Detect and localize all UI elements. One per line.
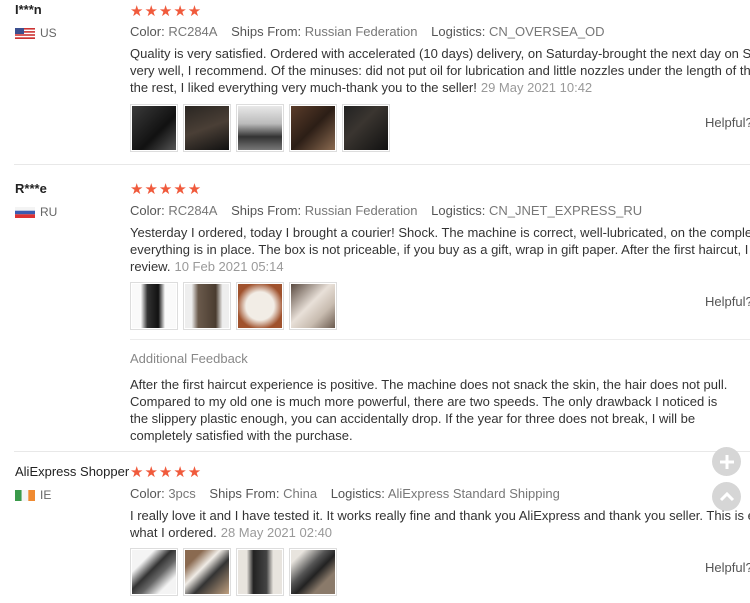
helpful-button[interactable]: Helpful? [705,294,750,309]
additional-feedback-text: After the first haircut experience is po… [130,377,728,443]
color-value: 3pcs [168,486,196,501]
additional-feedback-title: Additional Feedback [130,351,248,366]
review-text-line: Quality is very satisfied. Ordered with … [130,46,750,61]
review-meta: Color: RC284A Ships From: Russian Federa… [130,203,652,218]
review-text-line: Yesterday I ordered, today I brought a c… [130,225,750,240]
add-button[interactable] [712,447,741,476]
chevron-up-icon [719,491,734,501]
country-code: US [40,26,57,40]
review-photo[interactable] [183,282,231,330]
reviewer-name: R***e [15,181,47,196]
logistics-label: Logistics: [330,486,385,501]
review-meta: Color: 3pcs Ships From: China Logistics:… [130,486,570,501]
us-flag-icon [15,27,35,39]
ships-value: China [283,486,318,501]
ships-label: Ships From: [231,24,302,39]
color-label: Color: [130,486,165,501]
logistics-label: Logistics: [431,24,486,39]
review-text-line: very well, I recommend. Of the minuses: … [130,63,750,78]
ships-value: Russian Federation [304,203,418,218]
review-text-line: review. [130,259,171,274]
color-value: RC284A [168,203,218,218]
reviewer-country: IE [15,488,51,502]
review-photo[interactable] [236,282,284,330]
country-code: RU [40,205,58,219]
review-photo[interactable] [183,548,231,596]
review-photo[interactable] [289,282,337,330]
star-rating: ★★★★★ [130,3,203,20]
review-text-line: what I ordered. [130,525,217,540]
helpful-button[interactable]: Helpful? [705,115,750,130]
review-photos [130,104,390,152]
star-rating: ★★★★★ [130,464,203,481]
review-date: 29 May 2021 10:42 [480,80,593,95]
color-label: Color: [130,203,165,218]
ships-label: Ships From: [231,203,302,218]
review-photo[interactable] [236,548,284,596]
review-text: Yesterday I ordered, today I brought a c… [130,224,750,275]
feedback-divider [130,339,750,340]
review-divider [14,451,750,452]
logistics-value: AliExpress Standard Shipping [387,486,560,501]
review-photo[interactable] [130,282,178,330]
review-photo[interactable] [236,104,284,152]
logistics-label: Logistics: [431,203,486,218]
review-date: 28 May 2021 02:40 [220,525,333,540]
review-photo[interactable] [289,104,337,152]
ships-value: Russian Federation [304,24,418,39]
helpful-button[interactable]: Helpful? [705,560,750,575]
review-photos [130,548,337,596]
review-photo[interactable] [342,104,390,152]
review-photos [130,282,337,330]
reviewer-name: I***n [15,2,42,17]
review-photo[interactable] [130,104,178,152]
logistics-value: CN_OVERSEA_OD [488,24,605,39]
review-text-line: the rest, I liked everything very much-t… [130,80,477,95]
review-photo[interactable] [289,548,337,596]
scroll-top-button[interactable] [712,482,741,511]
review-date: 10 Feb 2021 05:14 [174,259,284,274]
country-code: IE [40,488,52,502]
plus-icon [719,454,734,469]
ships-label: Ships From: [209,486,280,501]
review-text-line: I really love it and I have tested it. I… [130,508,750,523]
star-rating: ★★★★★ [130,181,203,198]
review-text: Quality is very satisfied. Ordered with … [130,45,750,96]
review-text-line: everything is in place. The box is not p… [130,242,750,257]
color-value: RC284A [168,24,218,39]
review-divider [14,164,750,165]
ie-flag-icon [15,489,35,501]
review-text: I really love it and I have tested it. I… [130,507,750,541]
review-photo[interactable] [130,548,178,596]
review-meta: Color: RC284A Ships From: Russian Federa… [130,24,615,39]
ru-flag-icon [15,206,35,218]
color-label: Color: [130,24,165,39]
reviewer-country: US [15,26,57,40]
review-photo[interactable] [183,104,231,152]
reviewer-country: RU [15,205,57,219]
reviewer-name: AliExpress Shopper [15,464,130,479]
logistics-value: CN_JNET_EXPRESS_RU [488,203,643,218]
